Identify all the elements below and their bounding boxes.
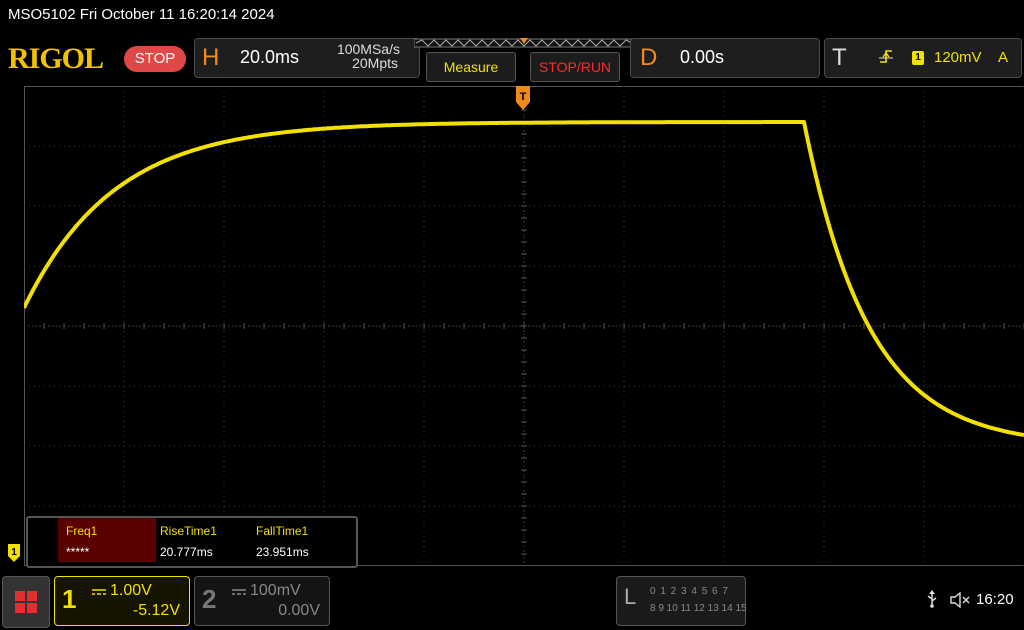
rise-time-label: RiseTime1 [160, 524, 217, 538]
memory-timeline [414, 38, 634, 48]
logic-channels-row-2: 8 9 10 11 12 13 14 15 [650, 603, 747, 614]
delay-value: 0.00s [680, 47, 725, 67]
horizontal-label: H [202, 44, 220, 71]
freq-label: Freq1 [66, 524, 98, 538]
title-bar: MSO5102 Fri October 11 16:20:14 2024 [0, 0, 1024, 32]
clock: 16:20 [976, 591, 1014, 608]
rise-time-value: 20.777ms [160, 545, 213, 559]
usb-icon [927, 590, 937, 608]
measure-button[interactable]: Measure [426, 52, 516, 82]
channel-1-offset-marker[interactable]: 1 [8, 544, 20, 562]
run-status-badge: STOP [124, 46, 186, 72]
title-text: MSO5102 Fri October 11 16:20:14 2024 [8, 6, 275, 23]
trigger-label: T [832, 44, 847, 71]
grid-menu-icon [15, 591, 37, 613]
logic-channels-row-1: 0 1 2 3 4 5 6 7 [650, 586, 729, 597]
timebase-value: 20.0ms [240, 47, 300, 67]
trigger-level: 120mV [934, 49, 982, 66]
delay-panel[interactable] [630, 38, 820, 78]
waveform-grid[interactable] [24, 86, 1024, 566]
channel-2-scale: 100mV [250, 582, 301, 599]
memory-depth: 20Mpts [352, 55, 398, 71]
channel-2-offset: 0.00V [278, 602, 320, 619]
channel-1-number: 1 [62, 584, 77, 614]
channel-1-marker-label: 1 [11, 547, 17, 558]
dc-coupling-icon [232, 589, 246, 595]
stop-run-button[interactable]: STOP/RUN [530, 52, 620, 82]
logic-label: L [624, 584, 637, 609]
trigger-marker-label: T [520, 91, 527, 103]
channel-1-scale: 1.00V [110, 582, 152, 599]
main-menu-button[interactable] [2, 576, 50, 628]
dc-coupling-icon [92, 589, 106, 595]
channel-2-number: 2 [202, 584, 217, 614]
speaker-muted-icon[interactable] [950, 592, 970, 608]
trigger-mode: A [998, 49, 1009, 66]
rigol-logo: RIGOL [8, 42, 104, 75]
trigger-position-marker[interactable]: T [516, 86, 530, 112]
sample-rate: 100MSa/s [336, 41, 400, 57]
rising-edge-icon [879, 50, 893, 63]
trigger-source-badge: 1 [912, 51, 924, 65]
fall-time-label: FallTime1 [256, 524, 309, 538]
fall-time-value: 23.951ms [256, 545, 309, 559]
freq-value: ***** [66, 545, 90, 559]
channel-1-offset: -5.12V [132, 602, 180, 619]
delay-label: D [640, 44, 658, 71]
